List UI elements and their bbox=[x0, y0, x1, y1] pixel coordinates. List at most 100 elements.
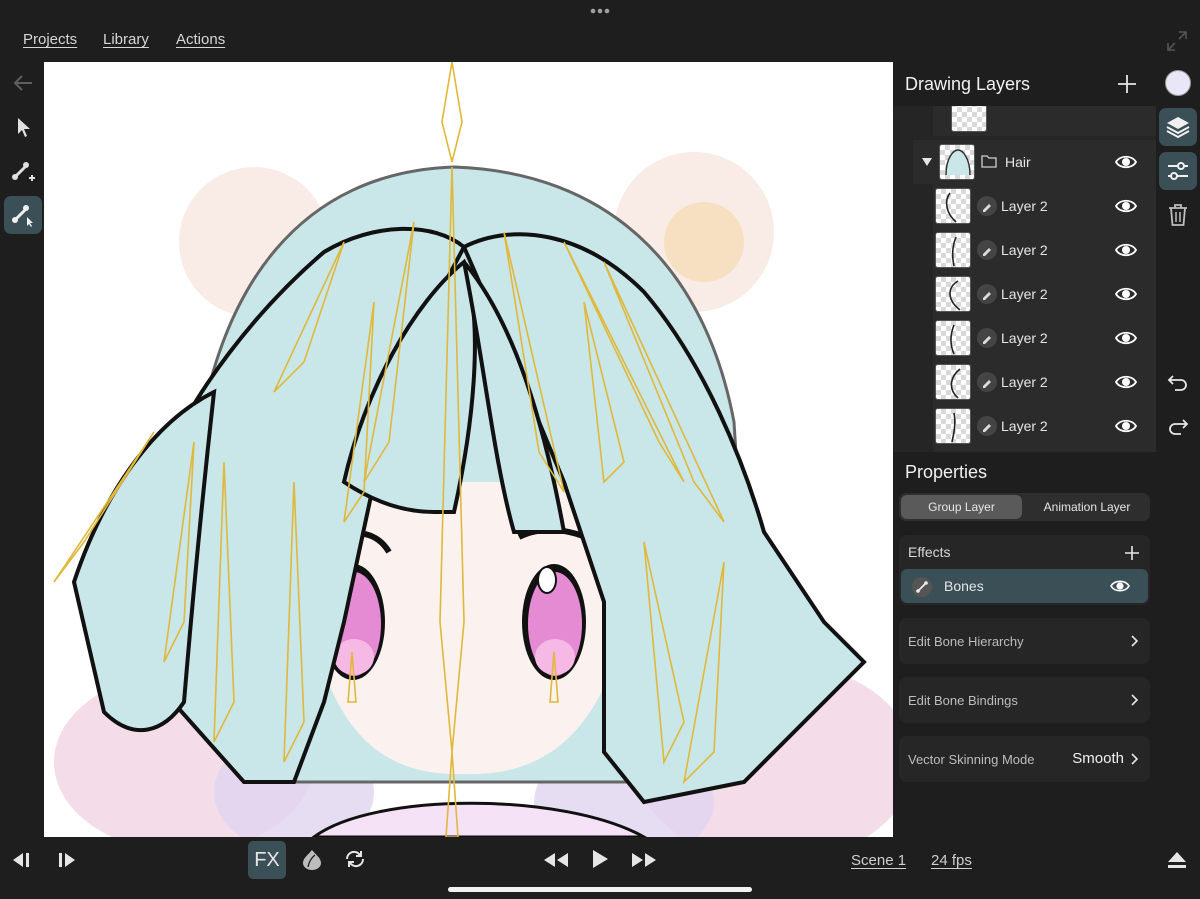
brush-layer-icon bbox=[977, 372, 997, 392]
add-effect-icon[interactable] bbox=[1122, 543, 1142, 563]
chevron-right-icon bbox=[1131, 753, 1139, 765]
chevron-right-icon bbox=[1131, 694, 1139, 706]
more-dots-icon[interactable] bbox=[588, 4, 612, 18]
brush-layer-icon bbox=[977, 240, 997, 260]
tab-group-layer[interactable]: Group Layer bbox=[901, 495, 1022, 519]
layer-row[interactable]: Layer 2 bbox=[933, 404, 1156, 448]
visibility-eye-icon[interactable] bbox=[1115, 152, 1137, 172]
bone-select-icon bbox=[12, 205, 33, 227]
fast-forward-icon bbox=[632, 853, 656, 867]
visibility-eye-icon[interactable] bbox=[1115, 372, 1137, 392]
layer-row-partial[interactable] bbox=[933, 106, 1156, 136]
layer-group-hair[interactable]: Hair bbox=[913, 140, 1156, 184]
menu-library[interactable]: Library bbox=[103, 31, 149, 48]
layer-row[interactable]: Layer 2 bbox=[933, 272, 1156, 316]
layers-stack-icon bbox=[1166, 117, 1190, 139]
brush-layer-icon bbox=[977, 196, 997, 216]
disclosure-triangle-icon[interactable] bbox=[921, 157, 933, 167]
tab-animation-layer[interactable]: Animation Layer bbox=[1026, 495, 1148, 519]
layer-label: Layer 2 bbox=[1001, 418, 1048, 434]
menu-projects[interactable]: Projects bbox=[23, 31, 77, 48]
visibility-eye-icon[interactable] bbox=[1115, 416, 1137, 436]
fast-forward-button[interactable] bbox=[629, 847, 659, 873]
layer-label: Layer 2 bbox=[1001, 198, 1048, 214]
add-layer-icon[interactable] bbox=[1115, 72, 1139, 96]
select-tool-button[interactable] bbox=[4, 108, 42, 146]
layer-thumbnail bbox=[951, 106, 987, 132]
next-frame-button[interactable] bbox=[54, 847, 80, 873]
layer-thumbnail bbox=[935, 364, 971, 400]
menu-actions[interactable]: Actions bbox=[176, 31, 225, 48]
fullscreen-expand-icon[interactable] bbox=[1166, 30, 1188, 52]
color-swatch bbox=[1165, 70, 1191, 96]
back-button[interactable] bbox=[4, 64, 42, 102]
home-indicator bbox=[448, 887, 752, 892]
vector-skinning-mode-value: Smooth bbox=[1072, 750, 1124, 767]
visibility-eye-icon[interactable] bbox=[1115, 240, 1137, 260]
visibility-eye-icon[interactable] bbox=[1109, 577, 1131, 595]
drawing-layers-panel: Drawing Layers Hair Layer 2 Layer 2 Layer … bbox=[893, 62, 1156, 452]
effect-item-label: Bones bbox=[944, 578, 984, 594]
undo-button[interactable] bbox=[1159, 364, 1197, 402]
adjustments-button[interactable] bbox=[1159, 152, 1197, 190]
edit-bone-hierarchy-row[interactable]: Edit Bone Hierarchy bbox=[899, 618, 1150, 664]
redo-icon bbox=[1169, 419, 1189, 435]
vector-skinning-mode-row[interactable]: Vector Skinning Mode Smooth bbox=[899, 736, 1150, 782]
layers-button[interactable] bbox=[1159, 108, 1197, 146]
edit-bone-bindings-row[interactable]: Edit Bone Bindings bbox=[899, 677, 1150, 723]
bone-select-tool-button[interactable] bbox=[4, 196, 42, 234]
fx-button[interactable]: FX bbox=[248, 841, 286, 879]
layers-list[interactable]: Hair Layer 2 Layer 2 Layer 2 Layer 2 Layer 2… bbox=[893, 106, 1156, 452]
add-bone-icon bbox=[12, 162, 35, 181]
visibility-eye-icon[interactable] bbox=[1115, 196, 1137, 216]
eject-button[interactable] bbox=[1163, 847, 1191, 873]
vector-skinning-mode-label: Vector Skinning Mode bbox=[908, 752, 1035, 767]
edit-bone-bindings-label: Edit Bone Bindings bbox=[908, 693, 1018, 708]
layer-thumbnail bbox=[935, 232, 971, 268]
layer-label: Layer 2 bbox=[1001, 286, 1048, 302]
brush-layer-icon bbox=[977, 284, 997, 304]
rewind-icon bbox=[544, 853, 568, 867]
layer-label: Layer 2 bbox=[1001, 242, 1048, 258]
redo-button[interactable] bbox=[1159, 408, 1197, 446]
step-forward-icon bbox=[59, 853, 75, 867]
layer-row[interactable]: Layer 2 bbox=[933, 316, 1156, 360]
layer-label: Layer 2 bbox=[1001, 330, 1048, 346]
play-button[interactable] bbox=[587, 845, 613, 873]
layer-row[interactable]: Layer 2 bbox=[933, 184, 1156, 228]
group-label: Hair bbox=[1005, 154, 1031, 170]
properties-title: Properties bbox=[905, 462, 988, 482]
delete-button[interactable] bbox=[1159, 196, 1197, 234]
eject-icon bbox=[1168, 852, 1186, 868]
layer-row[interactable]: Layer 2 bbox=[933, 228, 1156, 272]
onion-icon bbox=[303, 850, 321, 870]
effects-section: Effects Bones bbox=[899, 535, 1150, 605]
layer-row[interactable]: Layer 2 bbox=[933, 360, 1156, 404]
add-bone-tool-button[interactable] bbox=[4, 152, 42, 190]
layer-type-segmented-control[interactable]: Group Layer Animation Layer bbox=[899, 493, 1150, 521]
onion-skin-button[interactable] bbox=[298, 845, 326, 873]
back-arrow-icon bbox=[13, 75, 32, 91]
drawing-canvas[interactable] bbox=[44, 62, 893, 837]
loop-icon bbox=[345, 850, 365, 868]
visibility-eye-icon[interactable] bbox=[1115, 328, 1137, 348]
properties-panel: Properties Group Layer Animation Layer E… bbox=[893, 452, 1156, 837]
select-arrow-icon bbox=[18, 118, 30, 137]
chevron-right-icon bbox=[1131, 635, 1139, 647]
previous-frame-button[interactable] bbox=[8, 847, 34, 873]
color-swatch-button[interactable] bbox=[1159, 64, 1197, 102]
loop-button[interactable] bbox=[341, 845, 369, 873]
group-thumbnail bbox=[939, 144, 975, 180]
edit-bone-hierarchy-label: Edit Bone Hierarchy bbox=[908, 634, 1024, 649]
rewind-button[interactable] bbox=[541, 847, 571, 873]
undo-icon bbox=[1167, 375, 1187, 391]
scene-selector[interactable]: Scene 1 bbox=[851, 852, 906, 869]
bottom-toolbar: FX Scene 1 24 fps bbox=[0, 837, 1200, 899]
effects-label: Effects bbox=[908, 544, 951, 560]
fps-selector[interactable]: 24 fps bbox=[931, 852, 972, 869]
effect-item-bones[interactable]: Bones bbox=[901, 569, 1148, 603]
visibility-eye-icon[interactable] bbox=[1115, 284, 1137, 304]
brush-layer-icon bbox=[977, 328, 997, 348]
folder-icon bbox=[981, 155, 997, 168]
step-back-icon bbox=[13, 853, 29, 867]
